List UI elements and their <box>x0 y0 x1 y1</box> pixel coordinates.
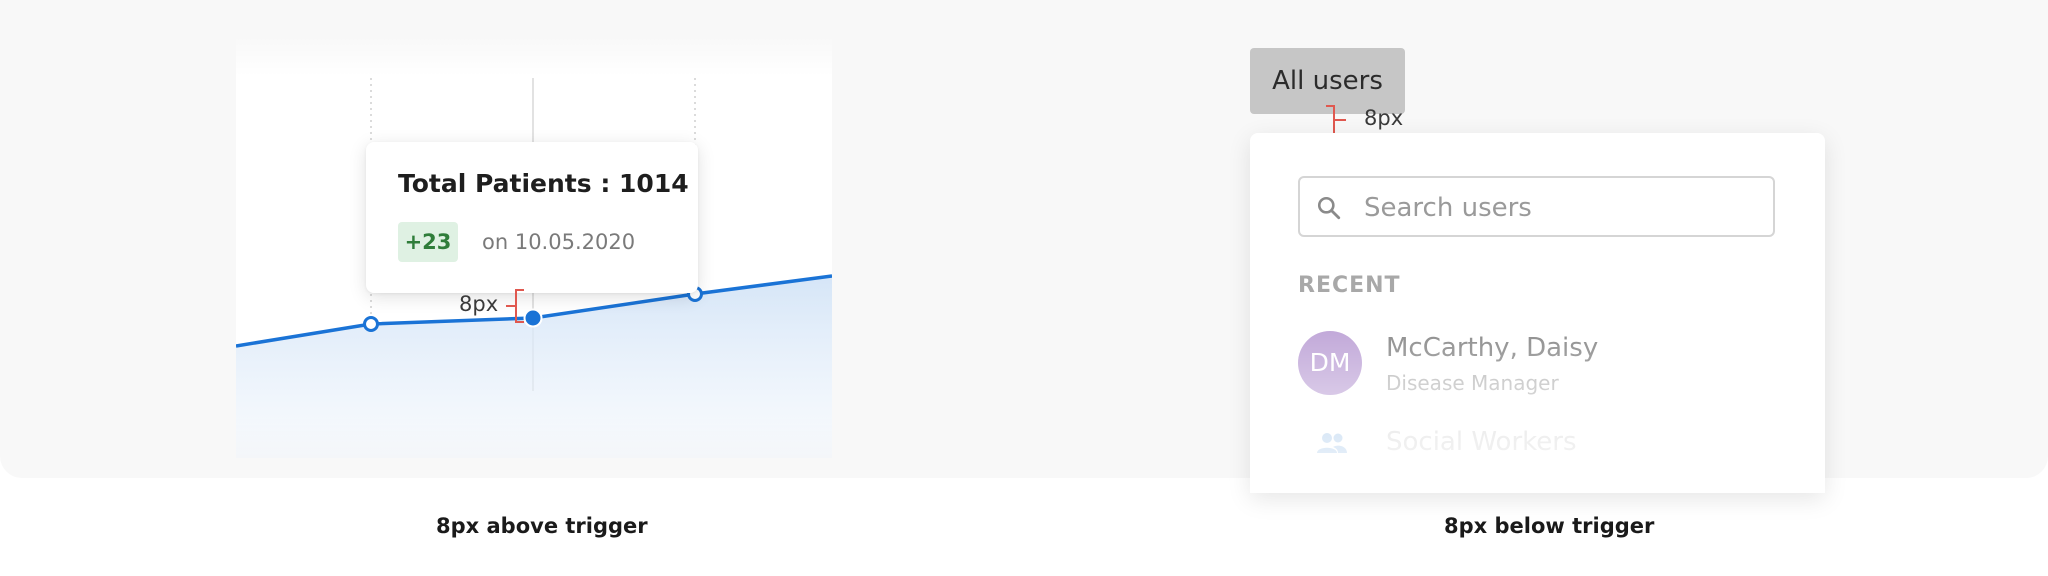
spacing-label: 8px <box>459 292 499 316</box>
list-item-user[interactable]: DM McCarthy, Daisy Disease Manager <box>1298 331 1778 401</box>
group-name: Social Workers <box>1386 427 1577 457</box>
list-item-group[interactable]: Social Workers <box>1298 425 1778 465</box>
avatar: DM <box>1298 331 1362 395</box>
user-name: McCarthy, Daisy <box>1386 333 1599 363</box>
user-dropdown-menu: RECENT DM McCarthy, Daisy Disease Manage… <box>1250 133 1825 493</box>
chart-tooltip: Total Patients : 1014 +23 on 10.05.2020 <box>366 142 698 293</box>
people-icon <box>1317 433 1347 453</box>
tooltip-title: Total Patients : 1014 <box>398 169 689 198</box>
caption-below-trigger: 8px below trigger <box>1444 514 1655 538</box>
search-field[interactable] <box>1298 176 1775 237</box>
area-fill <box>236 276 832 458</box>
spacing-label: 8px <box>1364 106 1404 130</box>
section-label-recent: RECENT <box>1298 273 1401 298</box>
search-input[interactable] <box>1362 178 1766 237</box>
search-icon <box>1317 196 1341 220</box>
data-point[interactable] <box>363 316 379 332</box>
spacing-bracket <box>506 289 524 323</box>
user-role: Disease Manager <box>1386 371 1559 395</box>
spacing-bracket <box>1326 105 1346 135</box>
caption-above-trigger: 8px above trigger <box>436 514 648 538</box>
delta-badge: +23 <box>398 222 458 262</box>
tooltip-date: on 10.05.2020 <box>482 230 636 254</box>
